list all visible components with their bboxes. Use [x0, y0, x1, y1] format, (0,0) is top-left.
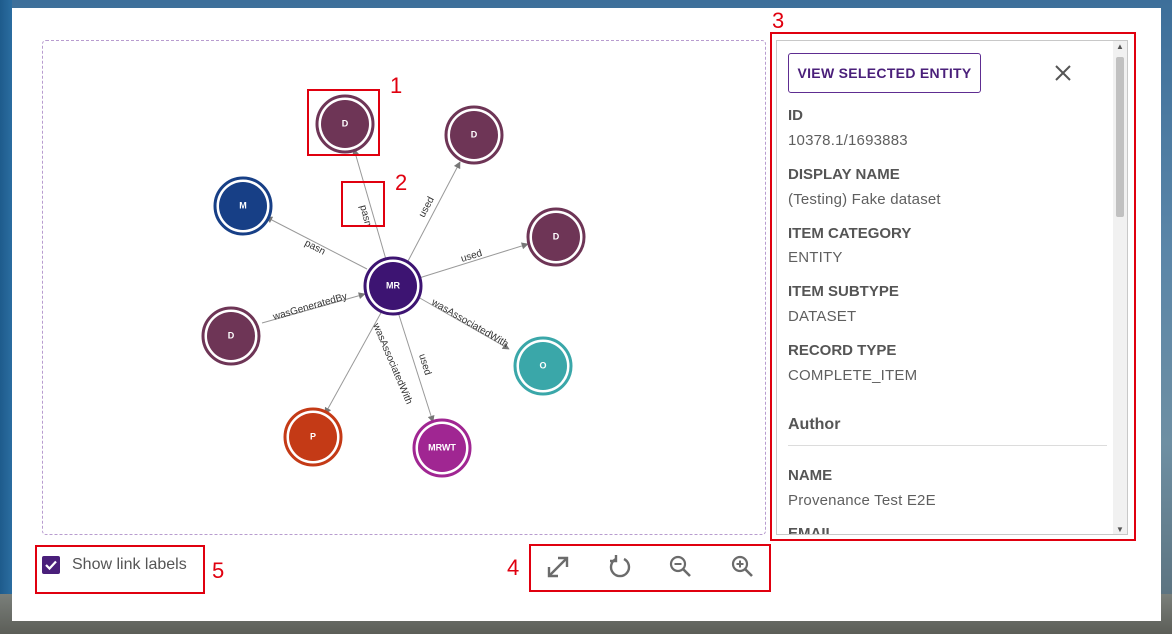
edge-label: used	[460, 248, 484, 265]
annotation-number-1: 1	[390, 73, 403, 98]
edge-label: pasn	[303, 238, 327, 258]
background-left-edge	[0, 0, 12, 634]
edge-label: wasAssociatedWith	[370, 321, 414, 406]
svg-text:D: D	[228, 330, 235, 340]
svg-text:M: M	[239, 200, 247, 210]
annotation-number-4: 4	[507, 555, 520, 580]
svg-text:P: P	[310, 431, 316, 441]
graph-canvas[interactable]: pasn used pasn used wasGeneratedBy wasAs…	[43, 41, 767, 536]
graph-node[interactable]: M	[213, 176, 273, 236]
svg-text:D: D	[553, 231, 560, 241]
graph-edge	[406, 161, 461, 264]
edge-label: wasAssociatedWith	[429, 297, 510, 350]
edge-label: wasGeneratedBy	[271, 291, 349, 323]
annotation-box-4	[529, 544, 771, 592]
annotation-number-3: 3	[772, 8, 785, 33]
graph-node[interactable]: MRWT	[412, 418, 472, 478]
annotation-number-2: 2	[395, 170, 408, 195]
annotation-box-1	[307, 89, 380, 156]
graph-node[interactable]: D	[444, 105, 504, 165]
svg-text:MRWT: MRWT	[428, 442, 456, 452]
edge-label: used	[416, 353, 433, 377]
graph-node[interactable]: P	[283, 407, 343, 467]
annotation-box-3	[770, 32, 1136, 541]
annotation-box-5	[35, 545, 205, 594]
graph-node[interactable]: O	[513, 336, 573, 396]
svg-text:D: D	[471, 129, 478, 139]
graph-panel[interactable]: pasn used pasn used wasGeneratedBy wasAs…	[42, 40, 766, 535]
svg-text:O: O	[539, 360, 546, 370]
annotation-number-5: 5	[212, 558, 225, 583]
graph-node[interactable]: D	[526, 207, 586, 267]
graph-node[interactable]: D	[201, 306, 261, 366]
svg-text:MR: MR	[386, 280, 400, 290]
annotation-box-2	[341, 181, 385, 227]
edge-label: used	[417, 195, 437, 219]
graph-node-center[interactable]: MR	[363, 256, 423, 316]
